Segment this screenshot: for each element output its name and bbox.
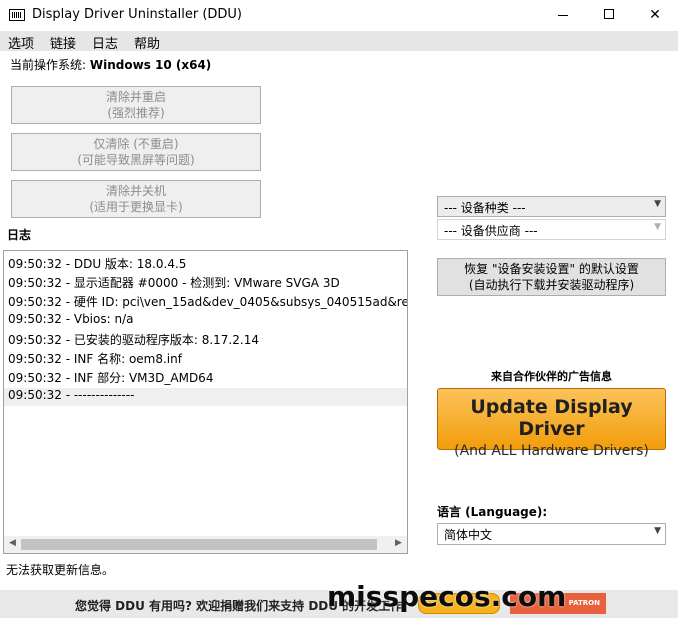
close-button[interactable]: ✕ [632,0,678,31]
minimize-icon [558,14,568,16]
menu-log[interactable]: 日志 [92,33,118,52]
log-listbox[interactable]: 09:50:32 - DDU 版本: 18.0.4.5 09:50:32 - 显… [3,250,408,554]
ddu-app-icon [9,9,25,21]
chevron-down-icon: ▼ [654,526,661,536]
reset-device-install-settings-button[interactable]: 恢复 "设备安装设置" 的默认设置 (自动执行下载并安装驱动程序) [437,258,666,296]
clean-and-restart-button[interactable]: 清除并重启 (强烈推荐) [11,86,261,124]
title-bar: Display Driver Uninstaller (DDU) ✕ [0,0,678,31]
button-label: 清除并关机 [105,184,166,198]
log-line[interactable]: 09:50:32 - Vbios: n/a [8,312,133,326]
log-horizontal-scrollbar[interactable]: ◀ ▶ [4,536,407,553]
button-label: 恢复 "设备安装设置" 的默认设置 [464,262,639,276]
scroll-left-icon[interactable]: ◀ [4,538,21,548]
maximize-button[interactable] [586,0,632,31]
button-sublabel: (可能导致黑屏等问题) [77,153,195,167]
ad-subtitle: (And ALL Hardware Drivers) [454,443,649,459]
log-line[interactable]: 09:50:32 - 显示适配器 #0000 - 检测到: VMware SVG… [8,274,340,291]
chevron-down-icon: ▼ [654,222,661,232]
menu-options[interactable]: 选项 [8,33,34,52]
device-vendor-value: --- 设备供应商 --- [444,224,538,238]
button-sublabel: (强烈推荐) [107,106,165,120]
device-vendor-select[interactable]: --- 设备供应商 --- ▼ [437,219,666,240]
device-type-value: --- 设备种类 --- [444,201,526,215]
update-status: 无法获取更新信息。 [6,563,115,577]
log-line[interactable]: 09:50:32 - INF 部分: VM3D_AMD64 [8,369,213,386]
close-icon: ✕ [649,7,661,23]
clean-no-restart-button[interactable]: 仅清除 (不重启) (可能导致黑屏等问题) [11,133,261,171]
menu-help[interactable]: 帮助 [134,33,160,52]
log-line[interactable]: 09:50:32 - DDU 版本: 18.0.4.5 [8,255,186,272]
ad-title: Update Display Driver [470,396,633,440]
log-line-selected[interactable]: 09:50:32 - -------------- [4,388,407,406]
button-sublabel: (自动执行下载并安装驱动程序) [468,278,635,292]
watermark-text: misspecos.com [327,580,567,613]
clean-and-shutdown-button[interactable]: 清除并关机 (适用于更换显卡) [11,180,261,218]
minimize-button[interactable] [540,0,586,31]
log-heading: 日志 [7,228,32,242]
os-info: 当前操作系统: Windows 10 (x64) [10,56,211,73]
scroll-right-icon[interactable]: ▶ [390,538,407,548]
ad-caption: 来自合作伙伴的广告信息 [491,370,612,383]
os-label: 当前操作系统: [10,58,87,72]
language-select[interactable]: 简体中文 ▼ [437,523,666,545]
language-value: 简体中文 [444,528,493,542]
chevron-down-icon: ▼ [654,199,661,209]
menu-links[interactable]: 链接 [50,33,76,52]
os-value: Windows 10 (x64) [89,58,212,72]
device-type-select[interactable]: --- 设备种类 --- ▼ [437,196,666,217]
button-sublabel: (适用于更换显卡) [89,200,183,214]
button-label: 清除并重启 [105,90,166,104]
language-label: 语言 (Language): [437,505,548,519]
scrollbar-thumb[interactable] [21,539,377,550]
ad-banner[interactable]: Update Display Driver (And ALL Hardware … [437,388,666,459]
menu-bar: 选项 链接 日志 帮助 [0,31,678,52]
log-line[interactable]: 09:50:32 - INF 名称: oem8.inf [8,350,182,367]
window-title: Display Driver Uninstaller (DDU) [32,7,243,22]
maximize-icon [604,9,614,19]
button-label: 仅清除 (不重启) [93,137,179,151]
log-line[interactable]: 09:50:32 - 已安装的驱动程序版本: 8.17.2.14 [8,331,259,348]
log-line[interactable]: 09:50:32 - 硬件 ID: pci\ven_15ad&dev_0405&… [8,293,407,310]
